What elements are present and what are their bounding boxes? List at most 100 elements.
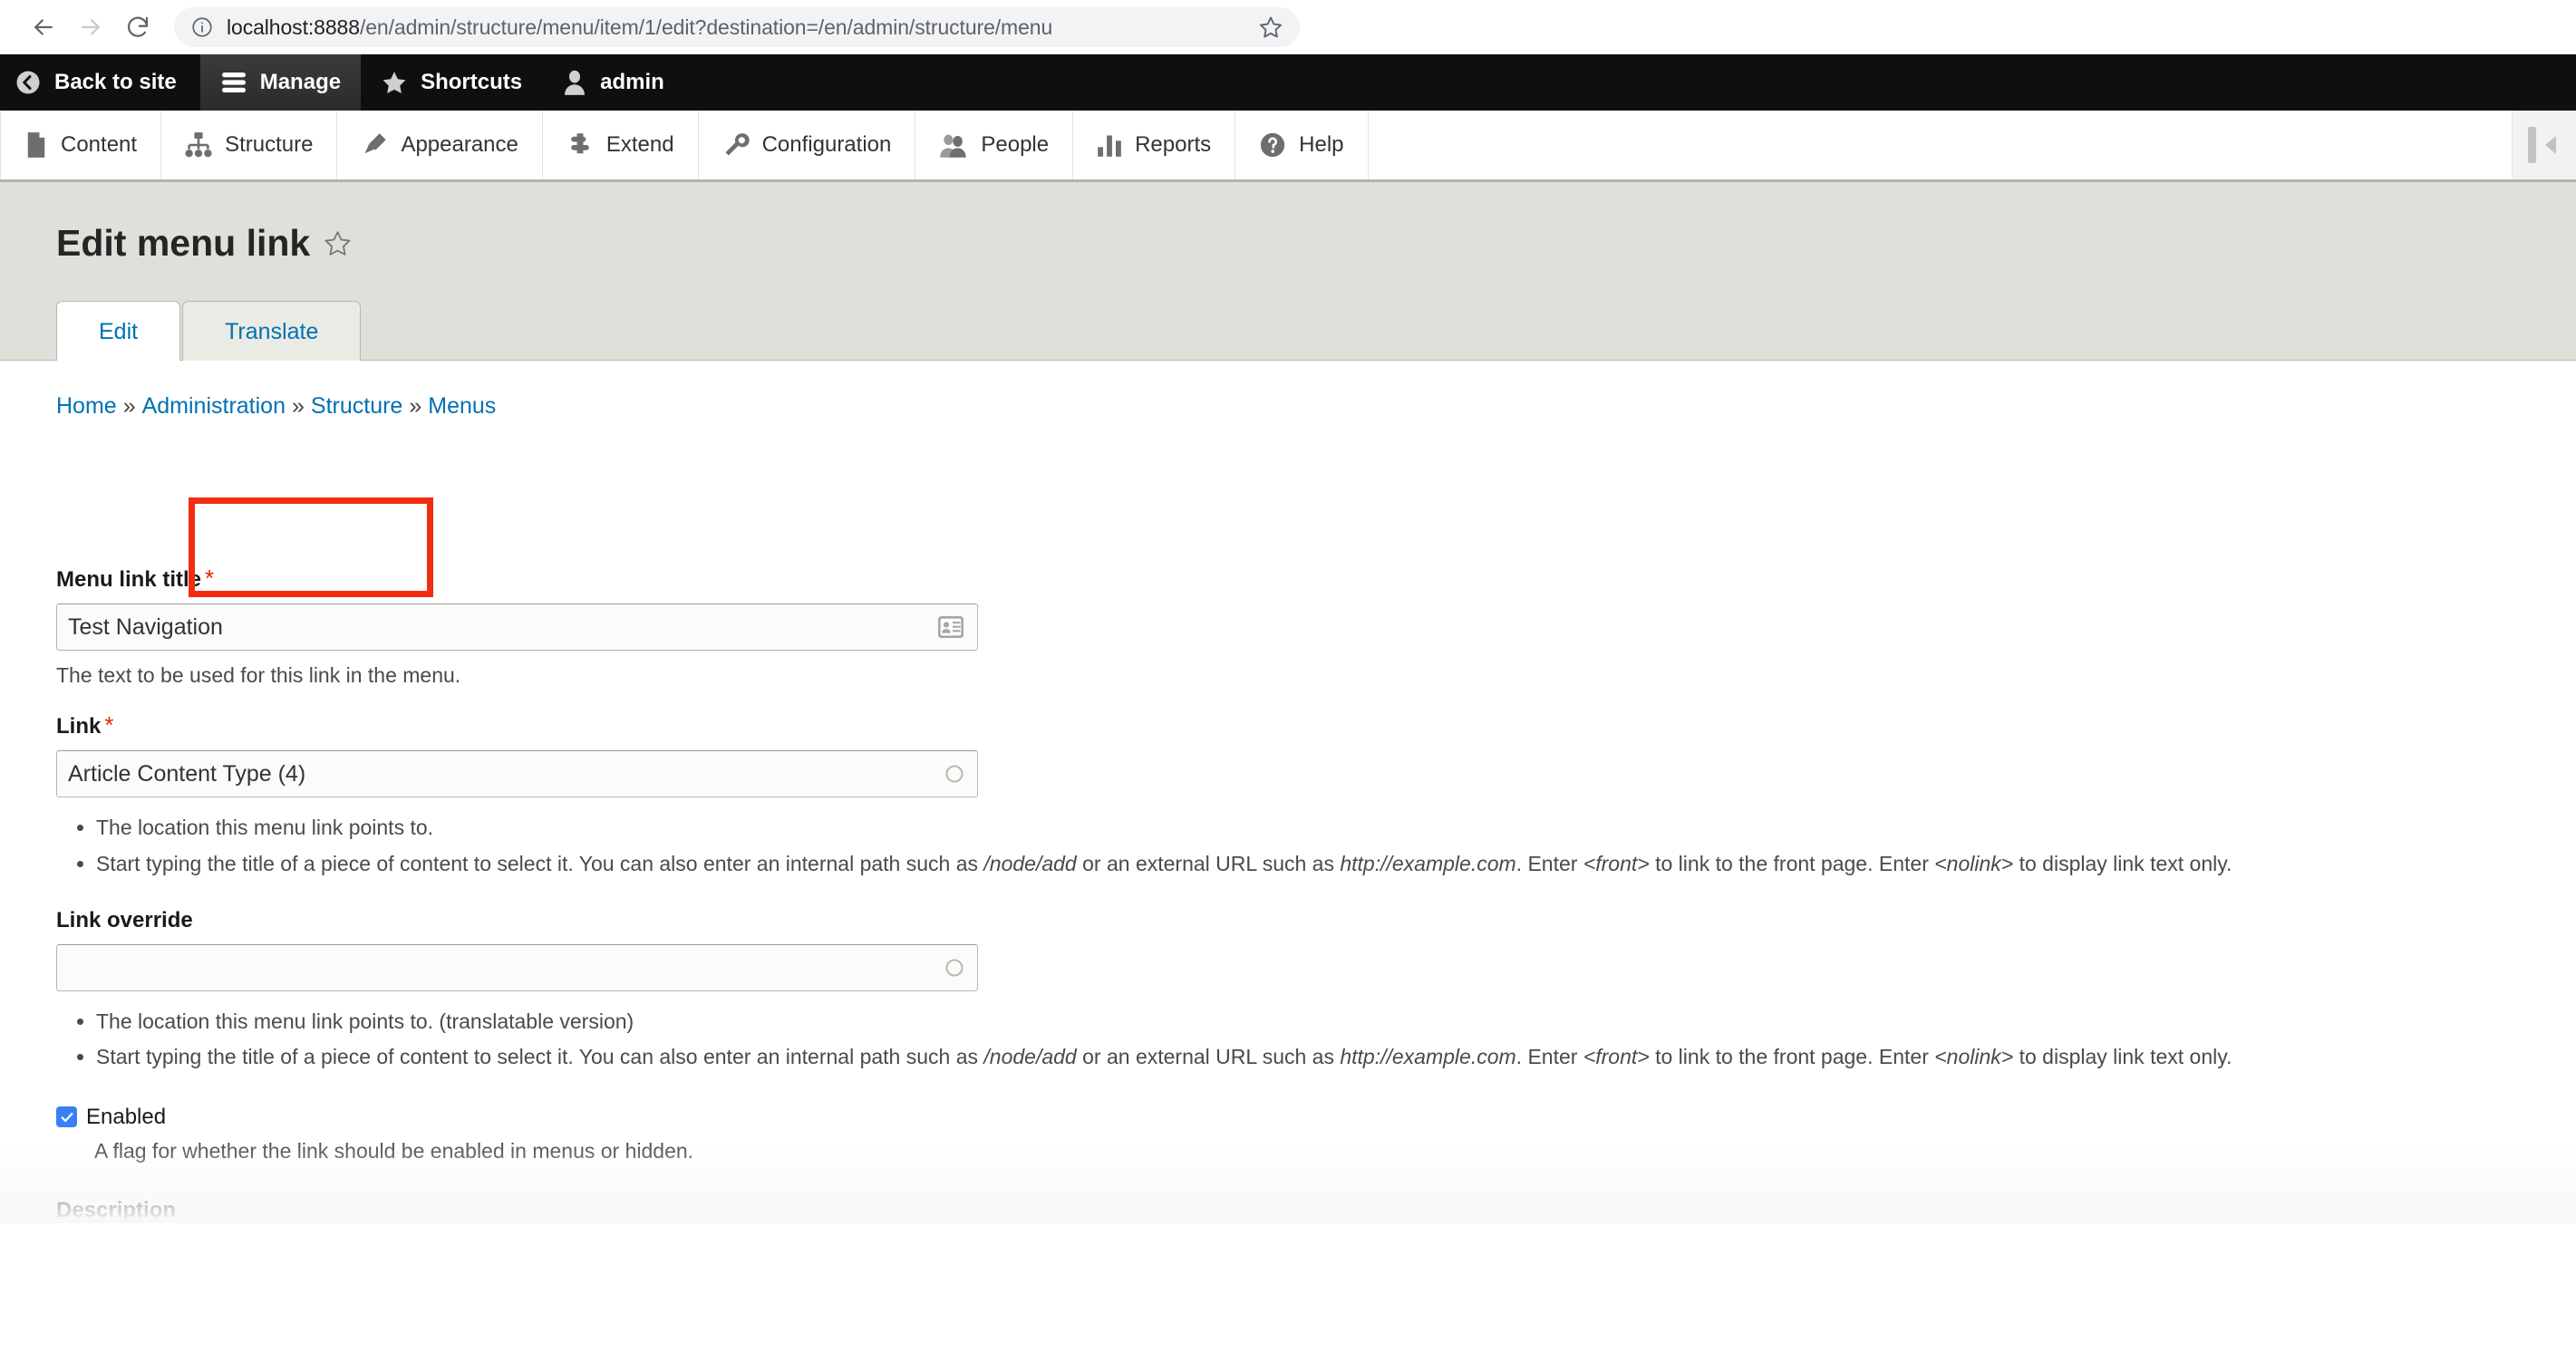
breadcrumb-item-structure[interactable]: Structure	[311, 393, 402, 419]
menu-item-reports[interactable]: Reports	[1073, 111, 1236, 179]
desc-emphasis: /node/add	[983, 851, 1077, 875]
link-label: Link *	[56, 711, 2576, 739]
menu-item-label: Reports	[1135, 132, 1212, 157]
back-circle-icon-svg	[16, 71, 40, 94]
link-description-2: Start typing the title of a piece of con…	[96, 848, 2576, 881]
breadcrumb-separator: »	[409, 393, 422, 420]
star-icon-svg	[383, 72, 406, 93]
menu-item-label: Structure	[225, 132, 314, 157]
desc-part: to link to the front page. Enter	[1649, 1045, 1935, 1069]
link-override-descriptions: The location this menu link points to. (…	[56, 1006, 2576, 1074]
link-input[interactable]: Article Content Type (4)	[56, 750, 978, 798]
toolbar-item-label: admin	[600, 70, 664, 94]
admin-toolbar: Back to site Manage Shortcuts admin	[0, 54, 2576, 111]
desc-part: Start typing the title of a piece of con…	[96, 851, 984, 875]
chevron-left-icon	[2544, 136, 2556, 154]
tab-edit[interactable]: Edit	[56, 301, 181, 362]
breadcrumb-item-menus[interactable]: Menus	[428, 393, 496, 419]
forward-arrow-icon	[82, 19, 100, 35]
toolbar-item-manage[interactable]: Manage	[199, 54, 362, 111]
menu-link-title-input[interactable]: Test Navigation	[56, 604, 978, 652]
link-descriptions: The location this menu link points to. S…	[56, 812, 2576, 880]
tab-translate[interactable]: Translate	[182, 301, 362, 362]
field-menu-link-title: Menu link title * Test Navigation The te…	[56, 565, 2576, 688]
url-host: localhost:8888	[227, 14, 360, 39]
breadcrumb-item-home[interactable]: Home	[56, 393, 117, 419]
menu-item-content[interactable]: Content	[0, 111, 162, 179]
toolbar-item-admin-user[interactable]: admin	[542, 54, 684, 111]
menu-item-people[interactable]: People	[915, 111, 1074, 179]
toggle-bar	[2527, 127, 2536, 163]
orientation-toggle-icon[interactable]	[2513, 111, 2576, 179]
toolbar-item-label: Manage	[259, 70, 342, 94]
user-icon-svg	[565, 70, 586, 95]
help-question-icon	[1259, 131, 1286, 159]
star-icon	[381, 69, 408, 96]
admin-menu-bar: Content Structure Appearance Extend Conf…	[0, 111, 2576, 182]
link-override-label: Link override	[56, 908, 2576, 933]
page-header-region: Edit menu link Edit Translate	[0, 182, 2576, 597]
menu-link-title-label: Menu link title *	[56, 565, 2576, 593]
menu-item-help[interactable]: Help	[1235, 111, 1369, 179]
structure-tree-icon	[185, 131, 212, 159]
menu-item-extend[interactable]: Extend	[543, 111, 699, 179]
tab-label: Edit	[99, 319, 139, 344]
bookmark-star-icon[interactable]	[1244, 14, 1283, 40]
people-icon	[939, 131, 968, 159]
desc-part: or an external URL such as	[1076, 1045, 1341, 1069]
page-title: Edit menu link	[56, 222, 2576, 265]
desc-emphasis: <nolink>	[1934, 1045, 2014, 1069]
reload-icon	[127, 16, 149, 37]
menu-item-label: Extend	[605, 132, 674, 157]
desc-part: to display link text only.	[2013, 1045, 2232, 1069]
desc-emphasis: http://example.com	[1340, 851, 1516, 875]
desc-emphasis: http://example.com	[1340, 1045, 1516, 1069]
back-circle-icon	[15, 69, 42, 96]
page-info-icon[interactable]	[190, 15, 214, 39]
favorite-star-outline-icon[interactable]	[323, 228, 353, 258]
main-content: Home» Administration» Structure» Menus Menu…	[0, 361, 2576, 1223]
menu-item-label: Content	[61, 132, 138, 157]
menu-item-appearance[interactable]: Appearance	[337, 111, 543, 179]
breadcrumb-separator: »	[292, 393, 305, 420]
menu-link-title-value: Test Navigation	[68, 613, 223, 640]
toolbar-item-back-to-site[interactable]: Back to site	[0, 54, 200, 111]
reports-bars-icon	[1097, 132, 1122, 158]
user-icon	[562, 69, 587, 96]
menu-item-structure[interactable]: Structure	[161, 111, 338, 179]
link-override-description-1: The location this menu link points to. (…	[96, 1006, 2576, 1038]
forward-button[interactable]	[67, 4, 114, 51]
desc-part: . Enter	[1516, 1045, 1583, 1069]
desc-part: to display link text only.	[2013, 851, 2232, 875]
browser-toolbar: localhost:8888/en/admin/structure/menu/i…	[0, 0, 2576, 54]
menu-item-configuration[interactable]: Configuration	[699, 111, 916, 179]
tab-label: Translate	[225, 319, 319, 344]
configuration-wrench-icon	[722, 131, 750, 159]
appearance-brush-icon	[361, 131, 388, 159]
link-override-description-2: Start typing the title of a piece of con…	[96, 1041, 2576, 1074]
label-text: Link override	[56, 907, 193, 932]
page-title-text: Edit menu link	[56, 222, 311, 264]
contact-card-autofill-icon[interactable]	[937, 615, 964, 639]
desc-part: or an external URL such as	[1076, 851, 1341, 875]
enabled-checkbox[interactable]	[56, 1106, 77, 1128]
breadcrumb-item-administration[interactable]: Administration	[142, 393, 286, 419]
toolbar-item-shortcuts[interactable]: Shortcuts	[361, 54, 542, 111]
desc-part: to link to the front page. Enter	[1649, 851, 1935, 875]
toolbar-item-label: Shortcuts	[421, 70, 523, 94]
link-description-1: The location this menu link points to.	[96, 812, 2576, 845]
enabled-checkbox-row[interactable]: Enabled	[56, 1105, 2576, 1130]
link-override-input[interactable]	[56, 943, 978, 991]
desc-part: Start typing the title of a piece of con…	[96, 1045, 984, 1069]
enabled-label: Enabled	[86, 1104, 167, 1129]
content-page-icon	[24, 131, 48, 159]
field-link: Link* Article Content Type (4) The locat…	[56, 711, 2576, 880]
address-bar[interactable]: localhost:8888/en/admin/structure/menu/i…	[174, 7, 1300, 47]
desc-part: . Enter	[1516, 851, 1583, 875]
reload-button[interactable]	[114, 4, 161, 51]
menu-item-label: Configuration	[761, 132, 892, 157]
back-button[interactable]	[20, 4, 67, 51]
back-arrow-icon	[34, 19, 53, 35]
